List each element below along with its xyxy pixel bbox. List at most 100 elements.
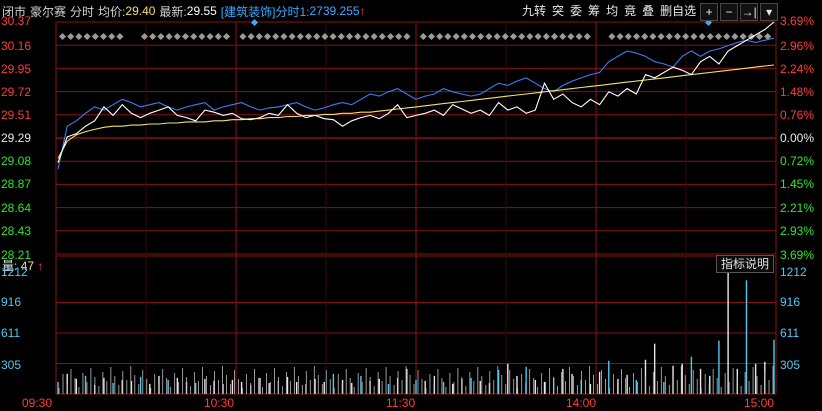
event-marker	[575, 32, 583, 41]
event-marker	[83, 32, 91, 41]
event-marker	[91, 32, 99, 41]
event-marker	[641, 32, 649, 41]
event-marker	[58, 32, 67, 41]
minus-icon[interactable]: −	[720, 3, 739, 21]
event-marker	[337, 32, 345, 41]
price-label: 28.87	[1, 177, 32, 191]
event-marker	[518, 32, 526, 41]
plus-icon[interactable]: +	[700, 3, 719, 21]
price-label: 28.43	[1, 224, 32, 238]
event-marker	[296, 32, 304, 41]
event-marker	[386, 32, 395, 41]
event-marker	[288, 32, 296, 41]
percent-label: 1.45%	[780, 177, 815, 191]
event-marker	[559, 32, 567, 41]
event-marker	[649, 32, 657, 41]
event-marker	[395, 32, 403, 41]
price-label: 29.95	[1, 62, 32, 76]
intraday-chart[interactable]	[0, 0, 822, 411]
event-marker	[99, 32, 108, 41]
event-marker	[140, 32, 149, 41]
event-marker	[673, 32, 682, 41]
event-marker	[452, 32, 460, 41]
price-label: 30.37	[1, 14, 32, 28]
indicator-help-button[interactable]: 指标说明	[716, 255, 774, 273]
event-marker	[239, 32, 247, 41]
event-marker	[75, 32, 83, 41]
percent-label: 0.72%	[780, 154, 815, 168]
time-label: 14:00	[566, 396, 597, 410]
time-label: 15:00	[744, 396, 775, 410]
price-label: 30.16	[1, 39, 32, 53]
event-marker	[329, 32, 337, 41]
event-marker	[403, 32, 411, 41]
sector-name[interactable]: [建筑装饰]	[221, 3, 276, 20]
volume-tick: 1212	[780, 265, 807, 279]
avg-price-value: 29.40	[125, 4, 156, 18]
toolbar-button-chou[interactable]: 筹	[586, 3, 602, 21]
volume-tick: 611	[1, 326, 21, 340]
last-price-value: 29.55	[186, 4, 217, 18]
toolbar-button-jiuzhuan[interactable]: 九转	[520, 3, 548, 21]
percent-label: 2.21%	[780, 201, 815, 215]
percent-label: 3.69%	[780, 14, 815, 28]
event-marker	[362, 32, 370, 41]
event-marker	[485, 32, 493, 41]
event-marker	[116, 32, 124, 41]
event-marker	[419, 32, 427, 41]
volume-tick: 1212	[1, 265, 28, 279]
volume-tick: 916	[780, 295, 801, 309]
percent-label: 0.00%	[780, 131, 815, 145]
event-marker	[616, 32, 624, 41]
event-marker	[378, 32, 386, 41]
event-marker	[534, 32, 542, 41]
event-marker	[624, 32, 632, 41]
price-label: 28.64	[1, 201, 32, 215]
sector-label: 分时1:	[275, 4, 310, 19]
volume-tick: 305	[1, 358, 22, 372]
price-label: 29.08	[1, 154, 32, 168]
volume-tick: 916	[1, 295, 22, 309]
event-marker	[247, 32, 255, 41]
toolbar-button-jing[interactable]: 竟	[622, 3, 638, 21]
sector-value: 2739.255	[309, 4, 360, 18]
event-marker	[255, 32, 263, 41]
toolbar-button-wei[interactable]: 委	[568, 3, 584, 21]
event-marker	[444, 32, 452, 41]
event-marker	[583, 32, 591, 41]
event-marker	[345, 32, 354, 41]
toolbar-button-die[interactable]: 叠	[640, 3, 656, 21]
event-marker	[157, 32, 165, 41]
toolbar-button-jun[interactable]: 均	[604, 3, 620, 21]
event-marker	[526, 32, 534, 41]
last-price-label: 最新:	[159, 4, 187, 19]
volume-tick: 305	[780, 358, 801, 372]
event-marker	[280, 32, 288, 41]
up-arrow-icon: ↑	[359, 4, 366, 18]
toolbar-button-tu[interactable]: 突	[550, 3, 566, 21]
event-marker	[493, 32, 501, 41]
price-label: 29.72	[1, 85, 32, 99]
time-label: 10:30	[204, 396, 235, 410]
event-marker	[682, 32, 690, 41]
toolbar: 九转 突 委 筹 均 竟 叠 删自选 + − →| ▾	[518, 3, 779, 21]
event-marker	[206, 32, 214, 41]
event-marker	[370, 32, 378, 41]
event-marker	[690, 32, 698, 41]
dropdown-icon[interactable]: ▾	[760, 3, 779, 21]
event-marker	[731, 32, 739, 41]
arrow-right-bar-icon[interactable]: →|	[740, 3, 759, 21]
event-marker	[698, 32, 706, 41]
event-marker	[665, 32, 673, 41]
event-marker	[657, 32, 665, 41]
event-marker	[321, 32, 329, 41]
event-marker	[542, 32, 550, 41]
event-marker	[181, 32, 190, 41]
event-marker	[706, 32, 714, 41]
event-marker	[214, 32, 222, 41]
percent-label: 2.24%	[780, 62, 815, 76]
delete-watchlist-button[interactable]: 删自选	[658, 3, 698, 21]
chart-mode: 分时	[70, 4, 95, 19]
event-marker	[313, 32, 321, 41]
time-label: 11:30	[386, 396, 416, 410]
